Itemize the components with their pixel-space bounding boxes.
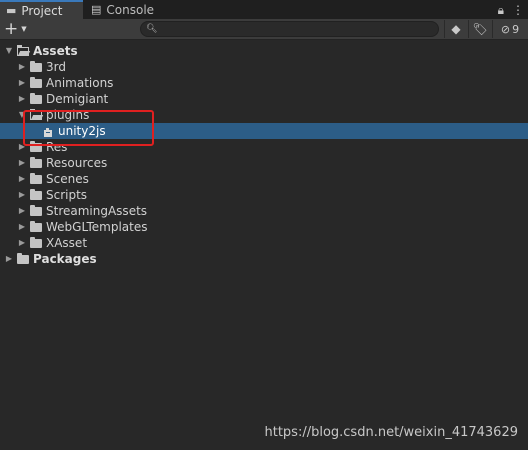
lock-icon[interactable]: 🔒︎ [498,4,504,16]
collapse-arrow-icon[interactable]: ▶ [17,219,27,235]
plus-icon: + [4,18,19,39]
hidden-count: 9 [512,22,520,36]
tree-item-assets[interactable]: ▼ Assets [0,43,528,59]
tab-project[interactable]: ▬ Project [0,0,83,19]
expand-arrow-icon[interactable]: ▼ [4,43,14,59]
folder-icon: ▬ [6,4,17,17]
tab-console-label: Console [106,2,155,17]
tree-item-label: plugins [46,108,90,122]
collapse-arrow-icon[interactable]: ▶ [17,235,27,251]
tree-item-plugins[interactable]: ▼ plugins [0,107,528,123]
folder-icon [30,188,42,200]
folder-icon [30,60,42,72]
tree-item-demigiant[interactable]: ▶ Demigiant [0,91,528,107]
shapes-icon: ◆ [451,22,461,36]
folder-icon [30,156,42,168]
watermark-text: https://blog.csdn.net/weixin_41743629 [264,425,518,440]
folder-open-icon [30,108,42,120]
tree-item-label: Res [46,140,68,154]
tree-item-label: Packages [33,252,97,266]
tree-item-packages[interactable]: ▶ Packages [0,251,528,267]
collapse-arrow-icon[interactable]: ▶ [17,171,27,187]
folder-icon [30,236,42,248]
toolbar: + ▼ 🔍︎ ◆ 🏷︎ ⊘ 9 [0,19,528,40]
collapse-arrow-icon[interactable]: ▶ [17,187,27,203]
search-by-type-button[interactable]: ◆ [444,20,467,38]
tree-item-label: Scenes [46,172,89,186]
tree-item-unity2js[interactable]: unity2js [0,123,528,139]
tree-item-label: Resources [46,156,108,170]
eye-slash-icon: ⊘ [500,22,511,36]
collapse-arrow-icon[interactable]: ▶ [17,155,27,171]
collapse-arrow-icon[interactable]: ▶ [17,139,27,155]
tree-item-label: WebGLTemplates [46,220,148,234]
search-input[interactable] [161,22,422,36]
window-controls: 🔒︎ ⋮ [498,0,524,19]
tab-bar: ▬ Project ▤ Console 🔒︎ ⋮ [0,0,528,19]
console-icon: ▤ [91,3,102,16]
tab-console[interactable]: ▤ Console [85,0,175,19]
collapse-arrow-icon[interactable]: ▶ [17,75,27,91]
tree-item-streamingassets[interactable]: ▶ StreamingAssets [0,203,528,219]
tree-item-label: XAsset [46,236,88,250]
collapse-arrow-icon[interactable]: ▶ [17,59,27,75]
tag-icon: 🏷︎ [472,22,488,36]
tree-item-xasset[interactable]: ▶ XAsset [0,235,528,251]
project-tree: ▼ Assets ▶ 3rd ▶ Animations ▶ Demigiant … [0,43,528,267]
hidden-packages-button[interactable]: ⊘ 9 [492,20,527,38]
more-menu-icon[interactable]: ⋮ [512,4,524,16]
folder-icon [30,92,42,104]
tree-item-scenes[interactable]: ▶ Scenes [0,171,528,187]
collapse-arrow-icon[interactable]: ▶ [17,91,27,107]
project-window: ▬ Project ▤ Console 🔒︎ ⋮ + ▼ 🔍︎ ◆ 🏷︎ ⊘ 9… [0,0,528,450]
tree-item-label: Animations [46,76,114,90]
search-icon: 🔍︎ [146,24,158,34]
tree-item-scripts[interactable]: ▶ Scripts [0,187,528,203]
tree-item-label: Assets [33,44,78,58]
tree-item-label: 3rd [46,60,66,74]
folder-icon [30,172,42,184]
collapse-arrow-icon[interactable]: ▶ [4,251,14,267]
tree-item-label: StreamingAssets [46,204,148,218]
tree-item-label: unity2js [58,124,106,138]
tree-item-label: Scripts [46,188,88,202]
expand-arrow-icon[interactable]: ▼ [17,107,27,123]
collapse-arrow-icon[interactable]: ▶ [17,203,27,219]
search-field[interactable]: 🔍︎ [140,21,439,37]
tree-item-3rd[interactable]: ▶ 3rd [0,59,528,75]
folder-icon [30,220,42,232]
tab-project-label: Project [21,3,63,18]
tree-item-webgltemplates[interactable]: ▶ WebGLTemplates [0,219,528,235]
search-by-label-button[interactable]: 🏷︎ [468,20,491,38]
tree-item-res[interactable]: ▶ Res [0,139,528,155]
chevron-down-icon: ▼ [21,25,27,33]
plugin-icon [43,126,53,137]
folder-icon [30,140,42,152]
folder-icon [30,76,42,88]
tree-item-resources[interactable]: ▶ Resources [0,155,528,171]
create-button[interactable]: + ▼ [4,20,27,38]
folder-icon [30,204,42,216]
tree-item-label: Demigiant [46,92,109,106]
tree-item-animations[interactable]: ▶ Animations [0,75,528,91]
folder-icon [17,252,29,264]
folder-open-icon [17,44,29,56]
